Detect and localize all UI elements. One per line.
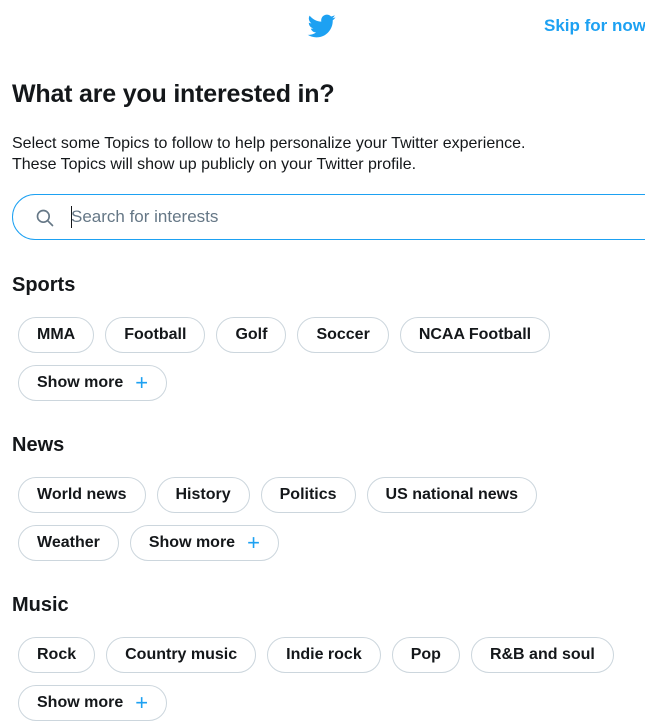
topics-sports: MMA Football Golf Soccer NCAA Football S… bbox=[18, 317, 638, 401]
top-bar: Skip for now bbox=[0, 0, 645, 56]
plus-icon: + bbox=[247, 530, 260, 555]
topic-chip[interactable]: History bbox=[156, 477, 250, 513]
search-input[interactable] bbox=[71, 195, 631, 239]
topic-chip[interactable]: Rock bbox=[18, 637, 96, 673]
page-description: Select some Topics to follow to help per… bbox=[12, 133, 622, 175]
show-more-label: Show more bbox=[37, 694, 124, 711]
topic-chip[interactable]: Soccer bbox=[297, 317, 389, 353]
plus-icon: + bbox=[135, 690, 149, 715]
topic-chip[interactable]: Weather bbox=[18, 525, 119, 561]
skip-for-now-link[interactable]: Skip for now bbox=[544, 16, 645, 36]
topic-chip[interactable]: World news bbox=[18, 477, 146, 513]
topic-chip[interactable]: MMA bbox=[18, 317, 95, 353]
section-title-sports: Sports bbox=[12, 274, 76, 296]
topics-music: Rock Country music Indie rock Pop R&B an… bbox=[18, 637, 638, 721]
section-title-music: Music bbox=[12, 594, 69, 616]
twitter-bird-icon bbox=[307, 14, 336, 38]
section-title-news: News bbox=[12, 434, 65, 456]
topic-chip[interactable]: Golf bbox=[216, 317, 287, 353]
topics-news: World news History Politics US national … bbox=[18, 477, 638, 561]
topic-chip[interactable]: Country music bbox=[106, 637, 257, 673]
description-line-1: Select some Topics to follow to help per… bbox=[12, 135, 526, 152]
topic-chip[interactable]: Indie rock bbox=[267, 637, 381, 673]
plus-icon: + bbox=[135, 370, 149, 395]
show-more-label: Show more bbox=[148, 534, 236, 551]
description-line-2: These Topics will show up publicly on yo… bbox=[12, 156, 417, 173]
show-more-music-button[interactable]: Show more + bbox=[18, 685, 168, 721]
topic-chip[interactable]: NCAA Football bbox=[399, 317, 551, 353]
search-icon bbox=[36, 209, 54, 227]
topic-chip[interactable]: Pop bbox=[391, 637, 460, 673]
show-more-label: Show more bbox=[37, 374, 124, 391]
text-caret bbox=[71, 206, 72, 228]
topic-chip[interactable]: R&B and soul bbox=[470, 637, 614, 673]
page-title: What are you interested in? bbox=[12, 80, 335, 108]
search-box[interactable] bbox=[12, 194, 645, 240]
show-more-sports-button[interactable]: Show more + bbox=[18, 365, 168, 401]
topic-chip[interactable]: Football bbox=[105, 317, 206, 353]
topic-chip[interactable]: US national news bbox=[366, 477, 537, 513]
show-more-news-button[interactable]: Show more + bbox=[129, 525, 279, 561]
topic-chip[interactable]: Politics bbox=[260, 477, 356, 513]
